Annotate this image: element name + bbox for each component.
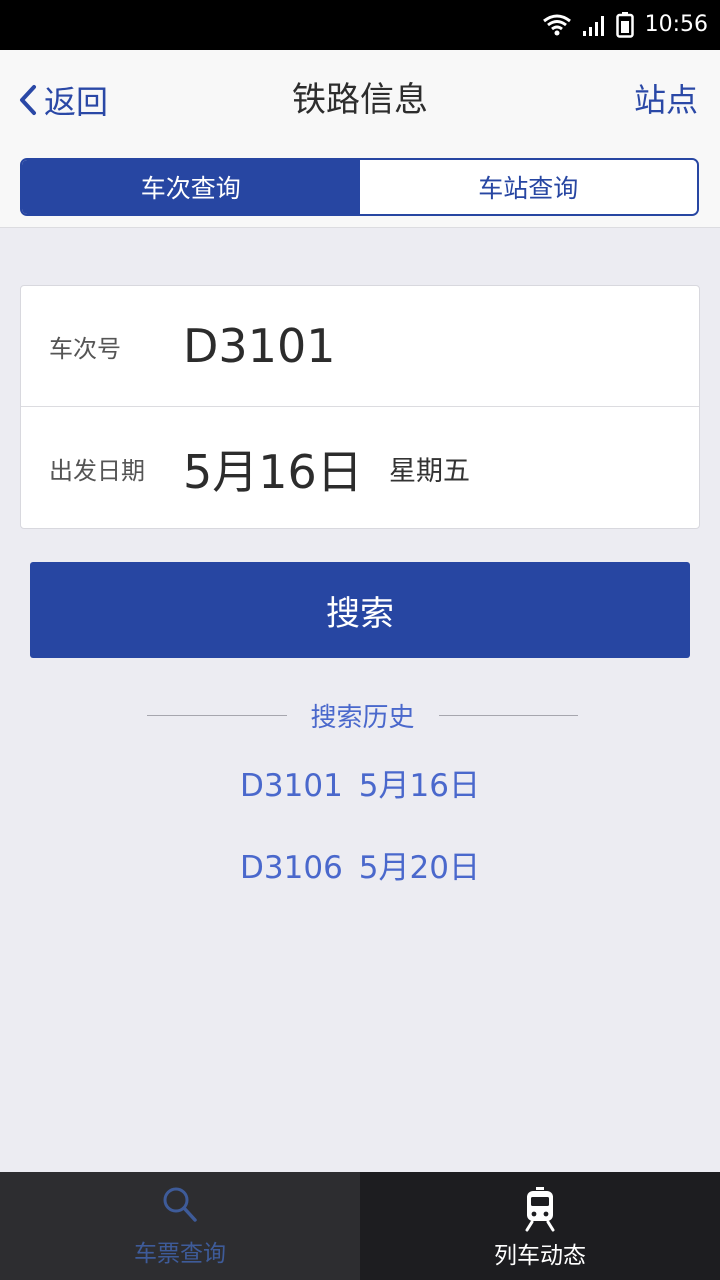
header: 返回 铁路信息 站点 车次查询 车站查询 bbox=[0, 50, 720, 228]
tab-ticket-query-label: 车票查询 bbox=[134, 1241, 226, 1267]
search-history-header: 搜索历史 bbox=[147, 696, 579, 734]
status-time: 10:56 bbox=[644, 12, 708, 37]
battery-icon bbox=[616, 12, 634, 38]
tab-train-status-label: 列车动态 bbox=[494, 1243, 586, 1269]
divider-right bbox=[438, 714, 579, 716]
history-item[interactable]: D3101 5月16日 bbox=[0, 760, 720, 805]
signal-icon bbox=[583, 16, 604, 36]
query-type-segmented-control: 车次查询 车站查询 bbox=[20, 158, 699, 216]
train-number-label: 车次号 bbox=[49, 334, 121, 363]
search-history-title: 搜索历史 bbox=[310, 702, 415, 733]
train-icon bbox=[525, 1187, 555, 1232]
bottom-tab-bar: 车票查询 列车动态 bbox=[0, 1172, 720, 1280]
search-button[interactable]: 搜索 bbox=[30, 562, 690, 658]
history-train: D3101 bbox=[240, 768, 343, 804]
status-bar: 10:56 bbox=[0, 0, 720, 50]
page-title: 铁路信息 bbox=[292, 80, 428, 120]
tab-ticket-query[interactable]: 车票查询 bbox=[0, 1172, 360, 1280]
history-item[interactable]: D3106 5月20日 bbox=[0, 842, 720, 887]
departure-date-row[interactable]: 出发日期 5月16日 星期五 bbox=[21, 408, 699, 529]
tab-station-query[interactable]: 车站查询 bbox=[359, 160, 697, 214]
history-train: D3106 bbox=[240, 850, 343, 886]
history-date: 5月20日 bbox=[358, 850, 480, 886]
train-number-row[interactable]: 车次号 D3101 bbox=[21, 286, 699, 407]
status-icons bbox=[542, 10, 634, 40]
station-button[interactable]: 站点 bbox=[634, 78, 698, 122]
divider-left bbox=[147, 714, 287, 716]
history-date: 5月16日 bbox=[358, 768, 480, 804]
weekday-label: 星期五 bbox=[389, 456, 470, 487]
train-number-field[interactable]: D3101 bbox=[183, 319, 336, 373]
departure-date-label: 出发日期 bbox=[49, 457, 145, 485]
search-icon bbox=[163, 1187, 197, 1222]
wifi-icon bbox=[543, 14, 571, 36]
tab-train-status[interactable]: 列车动态 bbox=[360, 1172, 720, 1280]
tab-train-number-query[interactable]: 车次查询 bbox=[22, 160, 360, 214]
query-form-card: 车次号 D3101 出发日期 5月16日 星期五 bbox=[20, 285, 700, 529]
departure-date-field[interactable]: 5月16日 bbox=[183, 436, 363, 502]
